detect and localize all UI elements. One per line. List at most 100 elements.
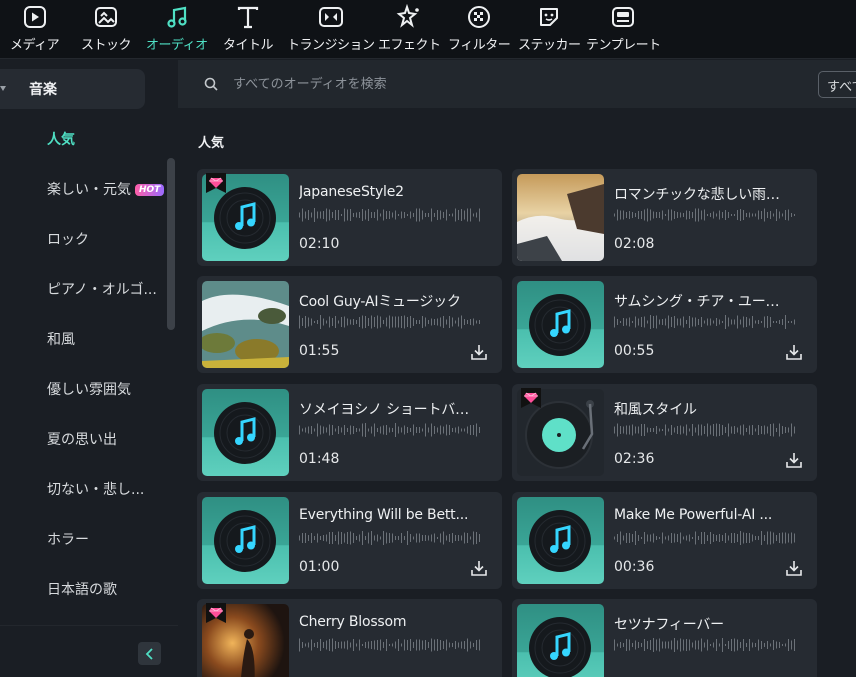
toolbar-tab-7[interactable]: ステッカー	[518, 2, 581, 57]
section-title: 人気	[198, 136, 225, 151]
track-thumbnail	[517, 497, 604, 584]
track-title: 和風スタイル	[614, 402, 697, 418]
sidebar-item-label: ロック	[47, 232, 89, 248]
track-card[interactable]: ソメイヨシノ ショートバージョ... 01:48	[197, 384, 502, 481]
title-t-icon	[234, 2, 262, 32]
track-duration: 01:48	[299, 451, 340, 467]
stock-icon	[92, 2, 120, 32]
premium-diamond-icon	[206, 603, 226, 623]
sidebar-item-8[interactable]: ホラー	[47, 529, 89, 551]
toolbar-tab-label: メディア	[10, 38, 60, 53]
track-card[interactable]: Cool Guy-AIミュージック 01:55	[197, 276, 502, 373]
toolbar-tab-label: テンプレート	[586, 38, 661, 53]
sidebar-item-9[interactable]: 日本語の歌	[47, 579, 117, 601]
toolbar-tab-label: トランジション	[287, 38, 375, 53]
download-icon[interactable]	[470, 343, 488, 361]
track-duration: 02:08	[614, 236, 655, 252]
waveform	[299, 422, 482, 438]
media-icon	[21, 2, 49, 32]
track-card[interactable]: Cherry Blossom	[197, 599, 502, 677]
sidebar-item-label: ホラー	[47, 532, 89, 548]
track-duration: 01:55	[299, 343, 340, 359]
sidebar-item-4[interactable]: 和風	[47, 329, 75, 351]
track-title: ソメイヨシノ ショートバージョ...	[299, 402, 474, 418]
category-title: 音楽	[29, 82, 57, 98]
sidebar-item-6[interactable]: 夏の思い出	[47, 429, 117, 451]
sidebar-item-3[interactable]: ピアノ・オルゴ...	[47, 279, 157, 301]
toolbar-tab-label: エフェクト	[378, 38, 441, 53]
sidebar-item-7[interactable]: 切ない・悲し...	[47, 479, 144, 501]
track-title: Cherry Blossom	[299, 614, 407, 630]
track-title: ロマンチックな悲しい雨の日	[614, 187, 789, 203]
track-thumbnail	[517, 174, 604, 261]
sidebar-item-label: 楽しい・元気	[47, 182, 131, 198]
waveform	[299, 530, 482, 546]
track-duration: 01:00	[299, 559, 340, 575]
track-title: JapaneseStyle2	[299, 184, 404, 200]
track-card[interactable]: JapaneseStyle2 02:10	[197, 169, 502, 266]
filter-icon	[465, 2, 493, 32]
sidebar-item-0[interactable]: 人気	[47, 129, 75, 151]
track-thumbnail	[517, 604, 604, 677]
toolbar-tab-8[interactable]: テンプレート	[586, 2, 661, 57]
download-icon[interactable]	[785, 559, 803, 577]
track-card[interactable]: サムシング・チア・ユー・アッ... 00:55	[512, 276, 817, 373]
toolbar-tab-label: ストック	[81, 38, 132, 53]
sidebar-item-1[interactable]: 楽しい・元気 HOT	[47, 179, 165, 201]
track-thumbnail	[517, 281, 604, 368]
music-note-icon	[163, 2, 191, 32]
waveform	[614, 530, 797, 546]
sidebar-footer	[0, 625, 178, 677]
sidebar-item-label: 優しい雰囲気	[47, 382, 131, 398]
track-card[interactable]: セツナフィーバー	[512, 599, 817, 677]
toolbar-tab-5[interactable]: エフェクト	[378, 2, 441, 57]
toolbar-tab-3[interactable]: タイトル	[223, 2, 274, 57]
sidebar-scrollbar[interactable]	[167, 158, 175, 330]
track-thumbnail	[202, 497, 289, 584]
hot-badge: HOT	[135, 184, 165, 196]
sidebar-item-5[interactable]: 優しい雰囲気	[47, 379, 131, 401]
track-title: Everything Will be Bett...	[299, 507, 469, 523]
audio-library: すべて 人気 JapaneseStyle2 02:10 ロマンチックな悲しい雨の日 0…	[178, 60, 856, 677]
template-icon	[609, 2, 637, 32]
track-card[interactable]: ロマンチックな悲しい雨の日 02:08	[512, 169, 817, 266]
sidebar-item-label: 人気	[47, 132, 75, 148]
sidebar-item-label: ピアノ・オルゴ...	[47, 282, 157, 298]
track-thumbnail	[202, 389, 289, 476]
download-icon[interactable]	[785, 451, 803, 469]
waveform	[299, 637, 482, 653]
download-icon[interactable]	[470, 559, 488, 577]
toolbar-tab-label: ステッカー	[518, 38, 581, 53]
track-card[interactable]: Everything Will be Bett... 01:00	[197, 492, 502, 589]
toolbar-tab-2[interactable]: オーディオ	[146, 2, 208, 57]
sidebar-item-label: 夏の思い出	[47, 432, 117, 448]
track-title: Cool Guy-AIミュージック	[299, 294, 461, 310]
sidebar-item-2[interactable]: ロック	[47, 229, 89, 251]
sticker-icon	[535, 2, 563, 32]
category-header[interactable]: 音楽	[0, 69, 145, 109]
search-input[interactable]	[233, 74, 633, 94]
chevron-left-icon	[145, 647, 153, 660]
track-duration: 00:36	[614, 559, 655, 575]
download-icon[interactable]	[785, 343, 803, 361]
toolbar-tab-1[interactable]: ストック	[81, 2, 132, 57]
collapse-sidebar-button[interactable]	[138, 642, 161, 665]
waveform	[614, 637, 797, 653]
track-duration: 02:36	[614, 451, 655, 467]
search-bar: すべて	[178, 60, 856, 108]
search-icon	[204, 77, 218, 91]
toolbar-tab-6[interactable]: フィルター	[448, 2, 511, 57]
track-title: セツナフィーバー	[614, 617, 724, 633]
top-toolbar: メディア ストック オーディオ タイトル トランジション エフェクト フィルター ステッカーテ…	[0, 0, 856, 59]
track-title: サムシング・チア・ユー・アッ...	[614, 294, 789, 310]
track-card[interactable]: 和風スタイル 02:36	[512, 384, 817, 481]
track-card[interactable]: Make Me Powerful-AI ... 00:36	[512, 492, 817, 589]
waveform	[614, 207, 797, 223]
toolbar-tab-0[interactable]: メディア	[10, 2, 60, 57]
waveform	[614, 314, 797, 330]
toolbar-tab-label: タイトル	[223, 38, 274, 53]
filter-dropdown[interactable]: すべて	[818, 71, 856, 98]
track-duration: 00:55	[614, 343, 655, 359]
waveform	[299, 207, 482, 223]
toolbar-tab-4[interactable]: トランジション	[287, 2, 375, 57]
